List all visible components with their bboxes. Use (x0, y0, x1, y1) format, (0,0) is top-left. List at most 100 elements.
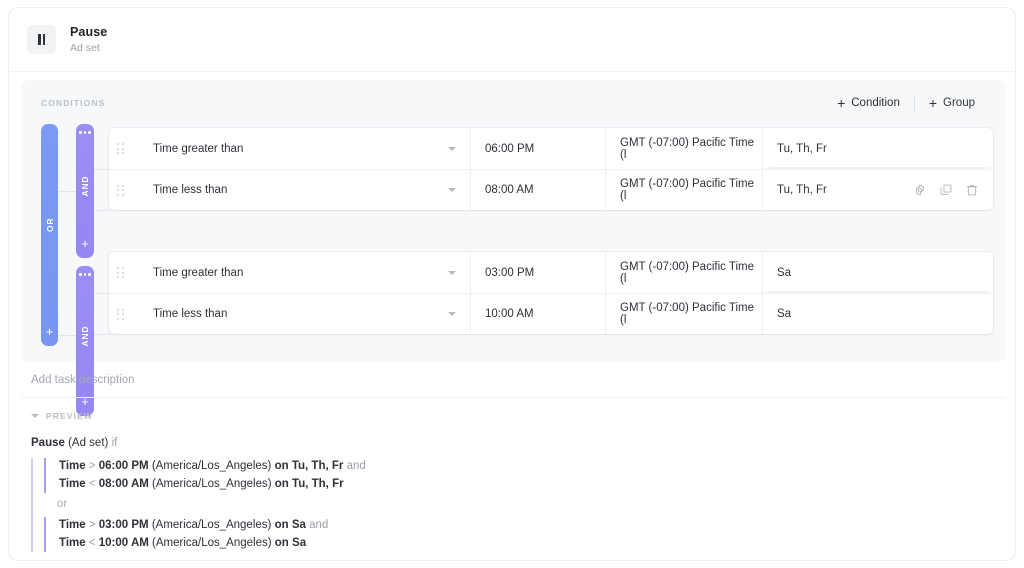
and-rail-label: AND (80, 134, 90, 238)
preview-days: Sa (292, 519, 306, 531)
condition-timezone-select[interactable]: GMT (-07:00) Pacific Time (l (606, 170, 763, 210)
preview-timezone: (America/Los_Angeles) (152, 519, 272, 531)
or-rail-label: OR (45, 124, 55, 325)
group-options-icon[interactable] (79, 124, 91, 134)
pause-icon[interactable] (27, 25, 56, 54)
condition-row[interactable]: Time less than 08:00 AM GMT (-07:00) Pac… (109, 169, 993, 210)
task-description[interactable] (21, 370, 1005, 398)
preview-days: Sa (292, 537, 306, 549)
drag-handle-icon[interactable] (109, 128, 131, 169)
condition-row[interactable]: Time less than 10:00 AM GMT (-07:00) Pac… (109, 293, 993, 334)
condition-row[interactable]: Time greater than 06:00 PM GMT (-07:00) … (109, 128, 993, 169)
preview-on: on (275, 519, 289, 531)
preview-section-label: PREVIEW (46, 411, 93, 421)
condition-timezone-select[interactable]: GMT (-07:00) Pacific Time (l (606, 128, 763, 169)
add-group-button[interactable]: + Group (915, 96, 989, 110)
connector-group-1-row-2 (94, 210, 110, 211)
condition-time-value: 03:00 PM (485, 267, 534, 279)
duplicate-icon[interactable] (939, 183, 953, 197)
preview-line: Time > 03:00 PM (America/Los_Angeles) on… (59, 517, 971, 535)
drag-handle-icon[interactable] (109, 252, 131, 293)
add-condition-button[interactable]: + Condition (823, 96, 914, 110)
condition-days-select[interactable]: Sa (763, 294, 993, 334)
preview-group: Time > 03:00 PM (America/Los_Angeles) on… (44, 517, 971, 552)
preview-on: on (275, 478, 289, 490)
preview-operator: > (89, 519, 96, 531)
task-description-input[interactable] (21, 370, 1005, 390)
preview-on: on (275, 537, 289, 549)
condition-time-input[interactable]: 08:00 AM (471, 170, 606, 210)
preview-or-bar: Time > 06:00 PM (America/Los_Angeles) on… (31, 458, 971, 552)
or-operator-rail[interactable]: OR + (41, 124, 58, 346)
condition-field-value: Time less than (153, 308, 227, 320)
preview-line: Time > 06:00 PM (America/Los_Angeles) on… (59, 458, 971, 476)
preview-if: if (112, 437, 118, 449)
condition-timezone-value: GMT (-07:00) Pacific Time (l (620, 261, 762, 285)
condition-days-value: Tu, Th, Fr (777, 184, 827, 196)
condition-row[interactable]: Time greater than 03:00 PM GMT (-07:00) … (109, 252, 993, 293)
preview-subject: Time (59, 478, 86, 490)
add-group-rail-button[interactable]: + (46, 325, 54, 346)
chevron-down-icon (31, 414, 39, 418)
page-title: Pause (70, 25, 107, 39)
condition-field-select[interactable]: Time less than (131, 170, 471, 210)
add-group-label: Group (943, 97, 975, 109)
plus-icon: + (837, 96, 845, 110)
preview-timezone: (America/Los_Angeles) (152, 537, 272, 549)
settings-icon[interactable] (913, 183, 927, 197)
preview-on: on (275, 460, 289, 472)
preview-subject: Time (59, 460, 86, 472)
and-operator-rail-group-1[interactable]: AND + (76, 124, 94, 258)
conditions-section-label: CONDITIONS (41, 98, 105, 108)
chevron-down-icon (448, 271, 456, 275)
drag-handle-icon[interactable] (109, 294, 131, 334)
condition-time-input[interactable]: 03:00 PM (471, 252, 606, 293)
condition-timezone-value: GMT (-07:00) Pacific Time (l (620, 137, 762, 161)
row-action-buttons (913, 170, 979, 210)
condition-field-select[interactable]: Time greater than (131, 252, 471, 293)
delete-icon[interactable] (965, 183, 979, 197)
task-header: Pause Ad set (9, 8, 1015, 72)
condition-time-input[interactable]: 06:00 PM (471, 128, 606, 169)
condition-time-input[interactable]: 10:00 AM (471, 294, 606, 334)
preview-value: 06:00 PM (99, 460, 149, 472)
connector-group-2-row-1 (94, 293, 110, 294)
condition-group: Time greater than 03:00 PM GMT (-07:00) … (109, 252, 993, 334)
condition-field-select[interactable]: Time greater than (131, 128, 471, 169)
preview-days: Tu, Th, Fr (292, 460, 344, 472)
condition-field-value: Time greater than (153, 143, 243, 155)
condition-days-value: Tu, Th, Fr (777, 143, 827, 155)
conditions-panel: CONDITIONS + Condition + Group OR + (21, 80, 1005, 362)
preview-action: Pause (31, 437, 65, 449)
add-condition-rail-button[interactable]: + (81, 237, 89, 258)
condition-field-value: Time less than (153, 184, 227, 196)
condition-timezone-select[interactable]: GMT (-07:00) Pacific Time (l (606, 252, 763, 293)
preview-toggle[interactable]: PREVIEW (31, 411, 93, 421)
add-condition-label: Condition (851, 97, 900, 109)
condition-timezone-value: GMT (-07:00) Pacific Time (l (620, 302, 762, 326)
pause-glyph (38, 34, 45, 45)
preview-line: Time < 10:00 AM (America/Los_Angeles) on… (59, 535, 971, 553)
preview-value: 10:00 AM (99, 537, 149, 549)
preview-operator: < (89, 478, 96, 490)
condition-days-select[interactable]: Sa (763, 252, 993, 293)
conditions-toolbar-actions: + Condition + Group (823, 93, 989, 113)
condition-days-select[interactable]: Tu, Th, Fr (763, 170, 993, 210)
condition-field-select[interactable]: Time less than (131, 294, 471, 334)
condition-timezone-select[interactable]: GMT (-07:00) Pacific Time (l (606, 294, 763, 334)
connector-group-2-row-2 (94, 334, 110, 335)
task-subtitle: Ad set (70, 42, 107, 54)
condition-timezone-value: GMT (-07:00) Pacific Time (l (620, 178, 762, 202)
connector-or-group-2 (58, 335, 76, 336)
preview-subject: Time (59, 519, 86, 531)
condition-days-value: Sa (777, 267, 791, 279)
preview-operator: < (89, 537, 96, 549)
condition-group: Time greater than 06:00 PM GMT (-07:00) … (109, 128, 993, 210)
preview-timezone: (America/Los_Angeles) (152, 478, 272, 490)
preview-timezone: (America/Los_Angeles) (152, 460, 272, 472)
group-options-icon[interactable] (79, 266, 91, 276)
drag-handle-icon[interactable] (109, 170, 131, 210)
chevron-down-icon (448, 147, 456, 151)
preview-conjunction: and (347, 460, 366, 472)
condition-days-select[interactable]: Tu, Th, Fr (763, 128, 993, 169)
